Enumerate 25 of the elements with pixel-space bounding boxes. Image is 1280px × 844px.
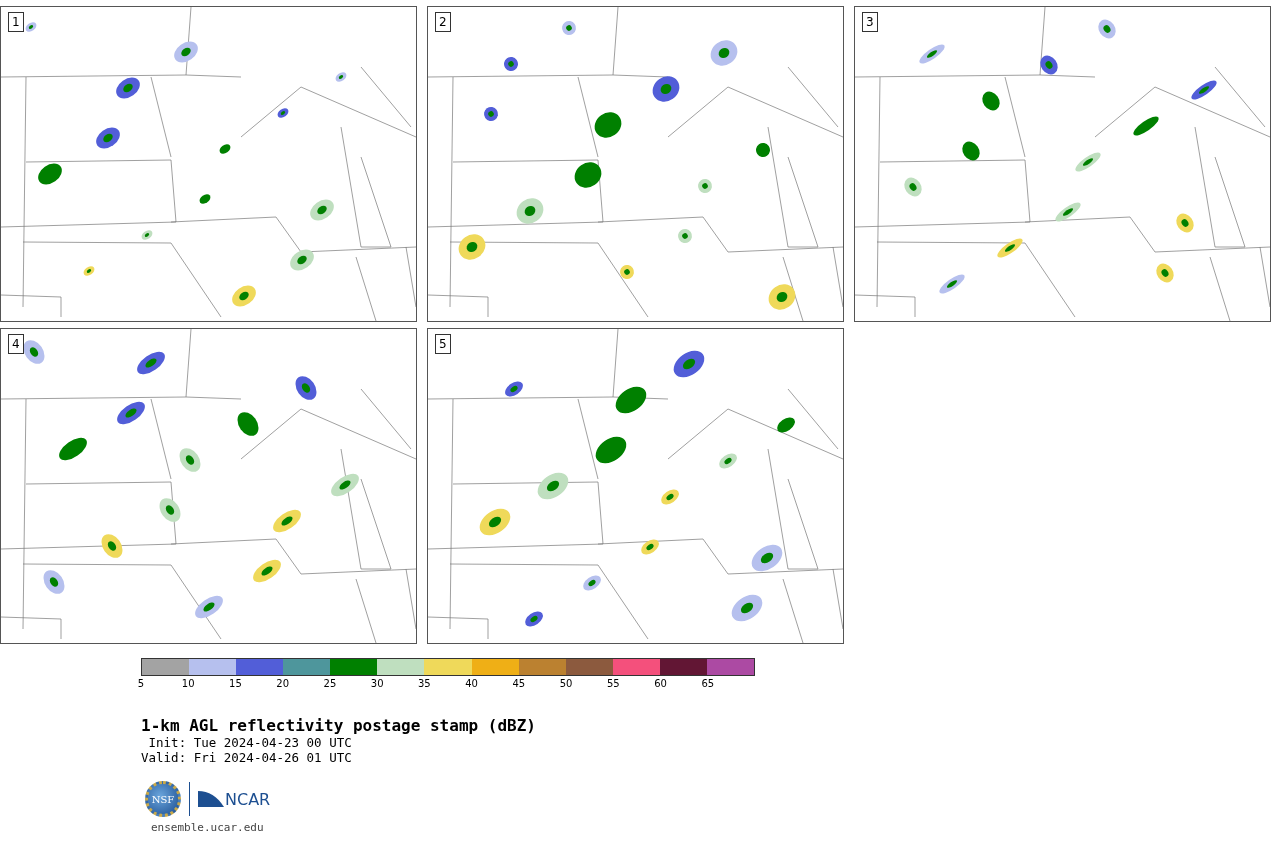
- init-time: Init: Tue 2024-04-23 00 UTC: [147, 735, 353, 750]
- ncar-logo: NCAR: [198, 789, 271, 809]
- colorbar-tick-label: 15: [229, 677, 242, 691]
- swoosh-icon: [198, 789, 224, 809]
- colorbar-tick-label: 45: [512, 677, 526, 691]
- colorbar-tick-label: 10: [181, 677, 195, 691]
- panel-number: 3: [862, 12, 878, 32]
- colorbar-tick-label: 5: [137, 677, 145, 691]
- valid-time: Valid: Fri 2024-04-26 01 UTC: [141, 750, 353, 765]
- colorbar-tick-label: 50: [559, 677, 573, 691]
- chart-title: 1-km AGL reflectivity postage stamp (dBZ): [141, 716, 537, 735]
- panel-number: 5: [435, 334, 451, 354]
- panel-number: 1: [8, 12, 24, 32]
- nsf-logo: NSF: [145, 781, 181, 817]
- colorbar-tick-label: 55: [606, 677, 620, 691]
- colorbar-tick-label: 25: [323, 677, 337, 691]
- colorbar-tick-label: 35: [418, 677, 431, 691]
- colorbar-tick-label: 30: [370, 677, 384, 691]
- panel-number: 2: [435, 12, 451, 32]
- panel-number: 4: [8, 334, 24, 354]
- colorbar-tick-label: 20: [276, 677, 290, 691]
- colorbar-tick-label: 60: [654, 677, 667, 691]
- website-link[interactable]: ensemble.ucar.edu: [151, 821, 1280, 834]
- colorbar-tick-label: 40: [465, 677, 478, 691]
- colorbar-tick-label: 65: [701, 677, 715, 691]
